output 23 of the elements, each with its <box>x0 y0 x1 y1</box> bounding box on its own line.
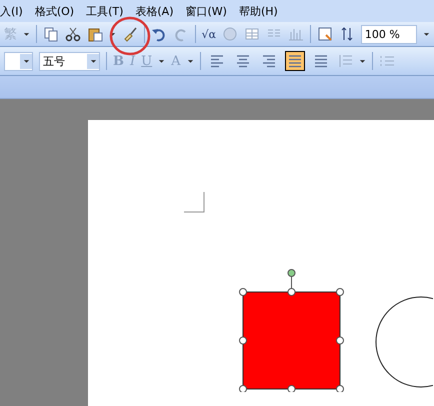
format-painter-icon[interactable] <box>122 26 138 42</box>
square-shape[interactable] <box>236 266 346 392</box>
menu-item[interactable]: 窗口(W) <box>186 4 227 18</box>
align-right-icon <box>260 53 276 69</box>
paste-icon[interactable] <box>86 26 103 42</box>
document-icon[interactable] <box>316 26 333 42</box>
font-name-field[interactable] <box>4 52 33 70</box>
font-size-field[interactable]: 五号 <box>39 52 100 70</box>
menu-item[interactable]: 工具(T) <box>86 4 124 18</box>
zoom-field[interactable]: 100 % <box>360 24 418 44</box>
align-justify-icon <box>286 53 302 69</box>
align-distributed-icon <box>312 53 328 69</box>
align-left-icon <box>208 53 224 69</box>
menu-item[interactable]: 帮助(H) <box>238 4 278 18</box>
menu-item[interactable]: 格式(O) <box>34 4 74 18</box>
cut-icon[interactable] <box>64 26 81 42</box>
alignment-button[interactable] <box>284 51 304 71</box>
equation-button[interactable]: √α <box>202 28 216 40</box>
align-center-icon <box>234 53 250 69</box>
copy-icon[interactable] <box>42 26 59 42</box>
menu-item[interactable]: 表格(A) <box>135 4 174 18</box>
menu-item[interactable]: 入(I) <box>0 4 23 18</box>
undo-icon[interactable] <box>150 26 167 42</box>
